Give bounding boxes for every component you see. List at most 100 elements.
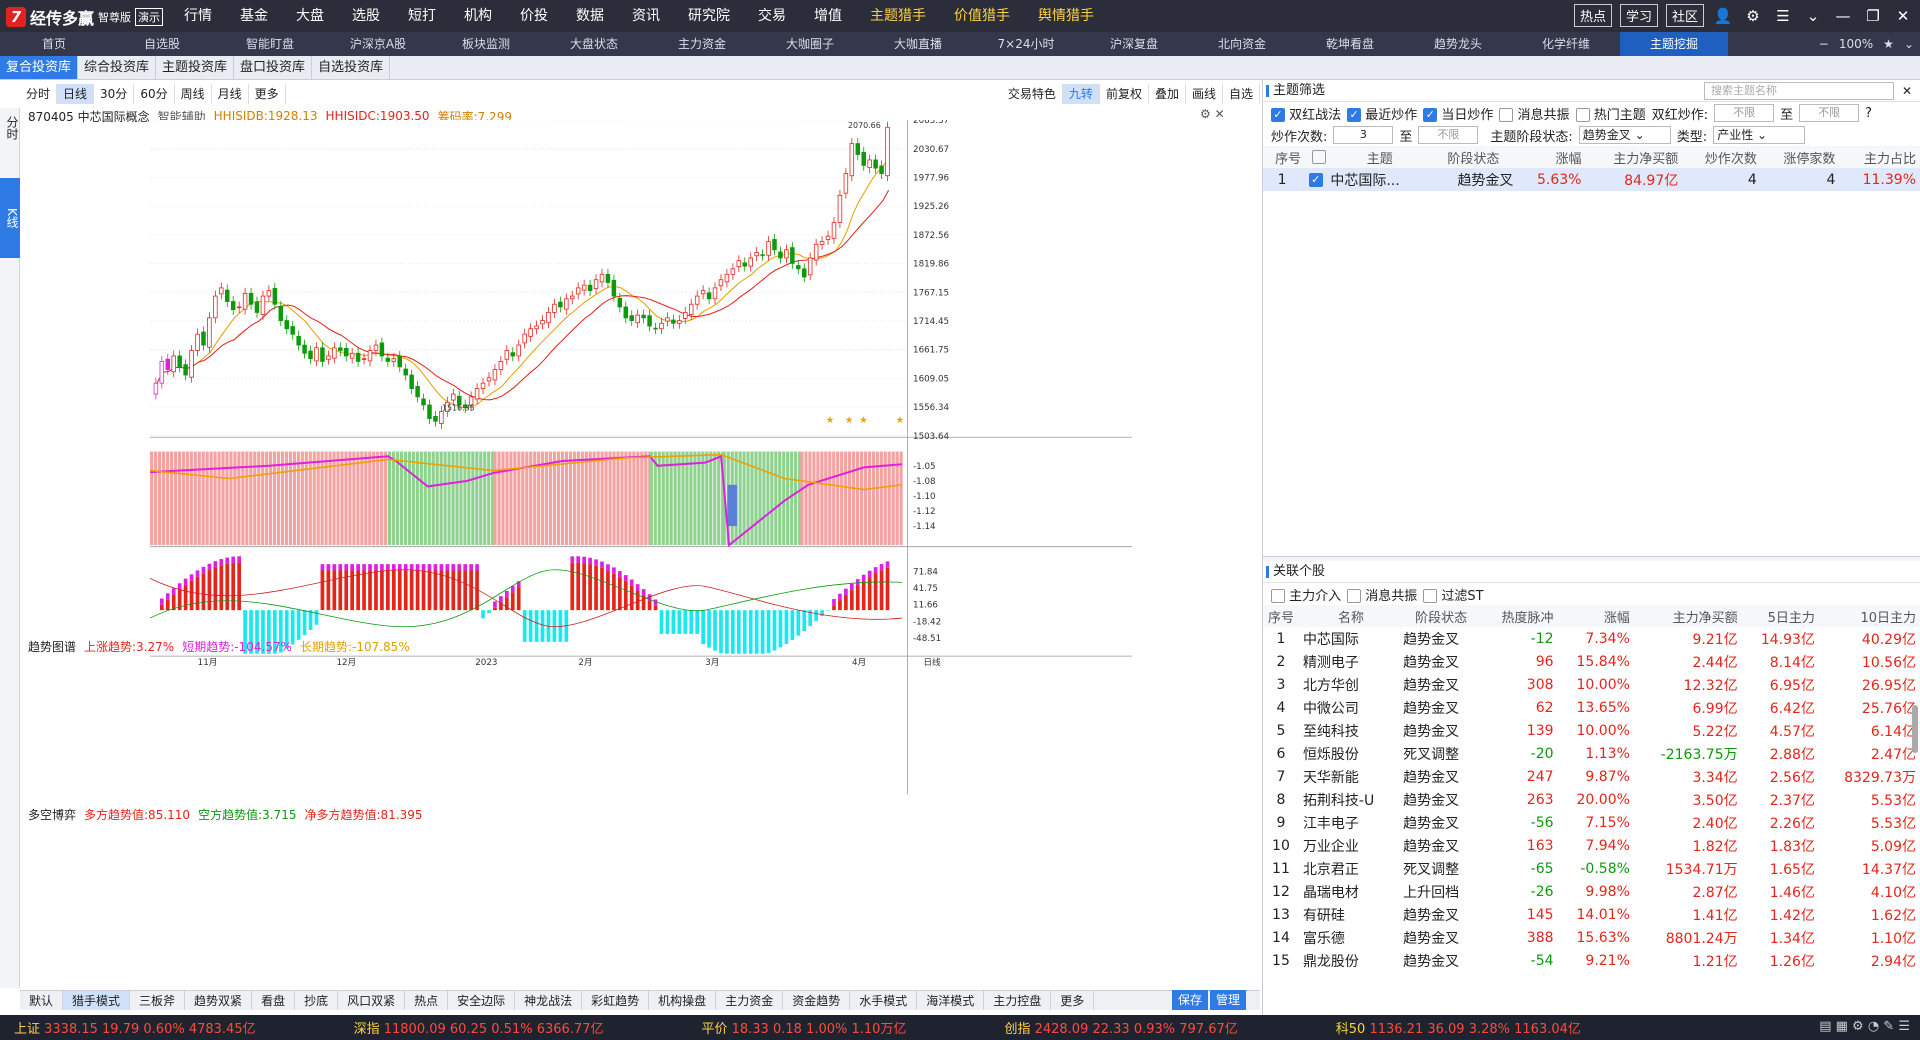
template-tab[interactable]: 默认: [20, 991, 64, 1010]
library-tab[interactable]: 盘口投资库: [234, 56, 313, 79]
theme-col-header[interactable]: 涨幅: [1517, 146, 1586, 168]
close-icon[interactable]: ✕: [1892, 7, 1914, 25]
stock-col-header[interactable]: 5日主力: [1741, 605, 1819, 627]
template-tab[interactable]: 看盘: [252, 991, 296, 1010]
nav-tab[interactable]: 沪深京A股: [324, 32, 432, 56]
nav-tab[interactable]: 趋势龙头: [1404, 32, 1512, 56]
period-button[interactable]: 分时: [20, 84, 58, 104]
stock-row[interactable]: 8 拓荆科技-U 趋势金叉 263 20.00% 3.50亿 2.37亿 5.53亿: [1263, 788, 1920, 811]
stock-row[interactable]: 6 恒烁股份 死叉调整 -20 1.13% -2163.75万 2.88亿 2.47亿: [1263, 742, 1920, 765]
stock-col-header[interactable]: 热度脉冲: [1483, 605, 1558, 627]
select-all-checkbox[interactable]: [1312, 150, 1327, 164]
menu-icon[interactable]: ☰: [1772, 7, 1794, 25]
stock-table-scrollbar[interactable]: [1912, 705, 1918, 753]
top-menu-item[interactable]: 增值: [800, 0, 856, 32]
nav-tab[interactable]: 主力资金: [648, 32, 756, 56]
stage-select[interactable]: 趋势金叉 ⌄: [1578, 126, 1671, 144]
theme-col-header[interactable]: 主力净买额: [1585, 146, 1683, 168]
filter-checkbox[interactable]: 消息共振: [1499, 104, 1570, 123]
side-tab-minute[interactable]: 分时: [0, 108, 20, 148]
chart-tool-button[interactable]: 前复权: [1100, 84, 1149, 104]
top-menu-item[interactable]: 选股: [338, 0, 394, 32]
period-button[interactable]: 月线: [212, 84, 249, 104]
index-quote[interactable]: 平价 18.33 0.18 1.00% 1.10万亿: [687, 1018, 920, 1037]
stock-row[interactable]: 5 至纯科技 趋势金叉 139 10.00% 5.22亿 4.57亿 6.14亿: [1263, 719, 1920, 742]
manage-button[interactable]: 管理: [1210, 990, 1247, 1010]
row-checkbox[interactable]: ✓: [1308, 172, 1323, 187]
nav-tab[interactable]: 化学纤维: [1512, 32, 1620, 56]
stock-col-header[interactable]: 涨幅: [1557, 605, 1634, 627]
theme-search-close-icon[interactable]: ✕: [1902, 80, 1912, 102]
top-menu-item[interactable]: 研究院: [674, 0, 744, 32]
count-max-input[interactable]: 不限: [1418, 126, 1479, 144]
top-menu-item[interactable]: 数据: [562, 0, 618, 32]
chevron-down-icon[interactable]: ⌄: [1802, 7, 1824, 25]
zoom-out-icon[interactable]: −: [1819, 32, 1829, 56]
theme-col-header[interactable]: [1305, 146, 1331, 168]
top-menu-item[interactable]: 机构: [450, 0, 506, 32]
user-icon[interactable]: 👤: [1712, 7, 1734, 25]
top-menu-item[interactable]: 交易: [744, 0, 800, 32]
settings-icon[interactable]: ⚙: [1742, 7, 1764, 25]
stock-row[interactable]: 4 中微公司 趋势金叉 62 13.65% 6.99亿 6.42亿 25.76亿: [1263, 696, 1920, 719]
nav-tab[interactable]: 7×24小时: [972, 32, 1080, 56]
chart-settings-icon[interactable]: ⚙: [1200, 107, 1211, 121]
theme-col-header[interactable]: 主题: [1330, 146, 1434, 168]
kline-chart[interactable]: 2083.37 2030.67 1977.96 1925.26 1872.56 1819.…: [22, 120, 1260, 810]
nav-tab[interactable]: 大咖直播: [864, 32, 972, 56]
hot-button[interactable]: 热点: [1573, 4, 1612, 27]
nav-tab[interactable]: 自选股: [108, 32, 216, 56]
top-menu-item[interactable]: 主题猎手: [856, 0, 940, 32]
chart-tool-button[interactable]: 画线: [1186, 84, 1223, 104]
top-menu-item[interactable]: 短打: [394, 0, 450, 32]
checkbox-icon[interactable]: [1423, 589, 1438, 603]
nav-tab[interactable]: 沪深复盘: [1080, 32, 1188, 56]
save-button[interactable]: 保存: [1172, 990, 1209, 1010]
nav-tab[interactable]: 智能盯盘: [216, 32, 324, 56]
maximize-icon[interactable]: ❐: [1862, 7, 1884, 25]
stock-col-header[interactable]: 10日主力: [1818, 605, 1920, 627]
stock-row[interactable]: 3 北方华创 趋势金叉 308 10.00% 12.32亿 6.95亿 26.95亿: [1263, 673, 1920, 696]
top-menu-item[interactable]: 舆情猎手: [1024, 0, 1108, 32]
theme-col-header[interactable]: 序号: [1263, 146, 1306, 168]
period-button[interactable]: 更多: [249, 84, 286, 104]
nav-tab[interactable]: 主题挖掘: [1620, 32, 1728, 56]
checkbox-icon[interactable]: [1575, 108, 1590, 122]
index-quote[interactable]: 深指 11800.09 60.25 0.51% 6366.77亿: [340, 1018, 618, 1037]
template-tab[interactable]: 更多: [1051, 991, 1095, 1010]
template-tab[interactable]: 神龙战法: [515, 991, 583, 1010]
stock-row[interactable]: 2 精测电子 趋势金叉 96 15.84% 2.44亿 8.14亿 10.56亿: [1263, 650, 1920, 673]
theme-col-header[interactable]: 涨停家数: [1760, 146, 1840, 168]
type-select[interactable]: 产业性 ⌄: [1713, 126, 1806, 144]
template-tab[interactable]: 猎手模式: [63, 991, 131, 1010]
filter-checkbox[interactable]: 热门主题: [1575, 104, 1646, 123]
minimize-icon[interactable]: —: [1832, 7, 1854, 25]
index-quote[interactable]: 创指 2428.09 22.33 0.93% 797.67亿: [990, 1018, 1251, 1037]
filter-checkbox[interactable]: 消息共振: [1347, 585, 1417, 604]
help-icon[interactable]: ?: [1865, 106, 1872, 121]
checkbox-icon[interactable]: [1347, 589, 1362, 603]
stock-row[interactable]: 13 有研硅 趋势金叉 145 14.01% 1.41亿 1.42亿 1.62亿: [1263, 903, 1920, 926]
count-input[interactable]: 3: [1333, 126, 1394, 144]
template-tab[interactable]: 海洋模式: [917, 991, 985, 1010]
nav-tab[interactable]: 大咖圈子: [756, 32, 864, 56]
more-icon[interactable]: ⌄: [1904, 32, 1914, 56]
template-tab[interactable]: 趋势双紧: [185, 991, 253, 1010]
nav-tab[interactable]: 乾坤看盘: [1296, 32, 1404, 56]
stock-col-header[interactable]: 主力净买额: [1633, 605, 1742, 627]
template-tab[interactable]: 热点: [405, 991, 449, 1010]
chart-tool-button[interactable]: 自选: [1223, 84, 1260, 104]
template-tab[interactable]: 水手模式: [850, 991, 918, 1010]
checkbox-icon[interactable]: [1499, 108, 1514, 122]
top-menu-item[interactable]: 基金: [226, 0, 282, 32]
chart-tool-button[interactable]: 交易特色: [1002, 84, 1063, 104]
library-tab[interactable]: 自选投资库: [312, 56, 391, 79]
theme-col-header[interactable]: 阶段状态: [1433, 146, 1518, 168]
template-tab[interactable]: 主力控盘: [984, 991, 1052, 1010]
checkbox-icon[interactable]: ✓: [1347, 108, 1362, 122]
stock-row[interactable]: 12 晶瑞电材 上升回档 -26 9.98% 2.87亿 1.46亿 4.10亿: [1263, 880, 1920, 903]
library-tab[interactable]: 主题投资库: [156, 56, 235, 79]
nav-tab[interactable]: 板块监测: [432, 32, 540, 56]
template-tab[interactable]: 主力资金: [716, 991, 784, 1010]
template-tab[interactable]: 风口双紧: [338, 991, 406, 1010]
